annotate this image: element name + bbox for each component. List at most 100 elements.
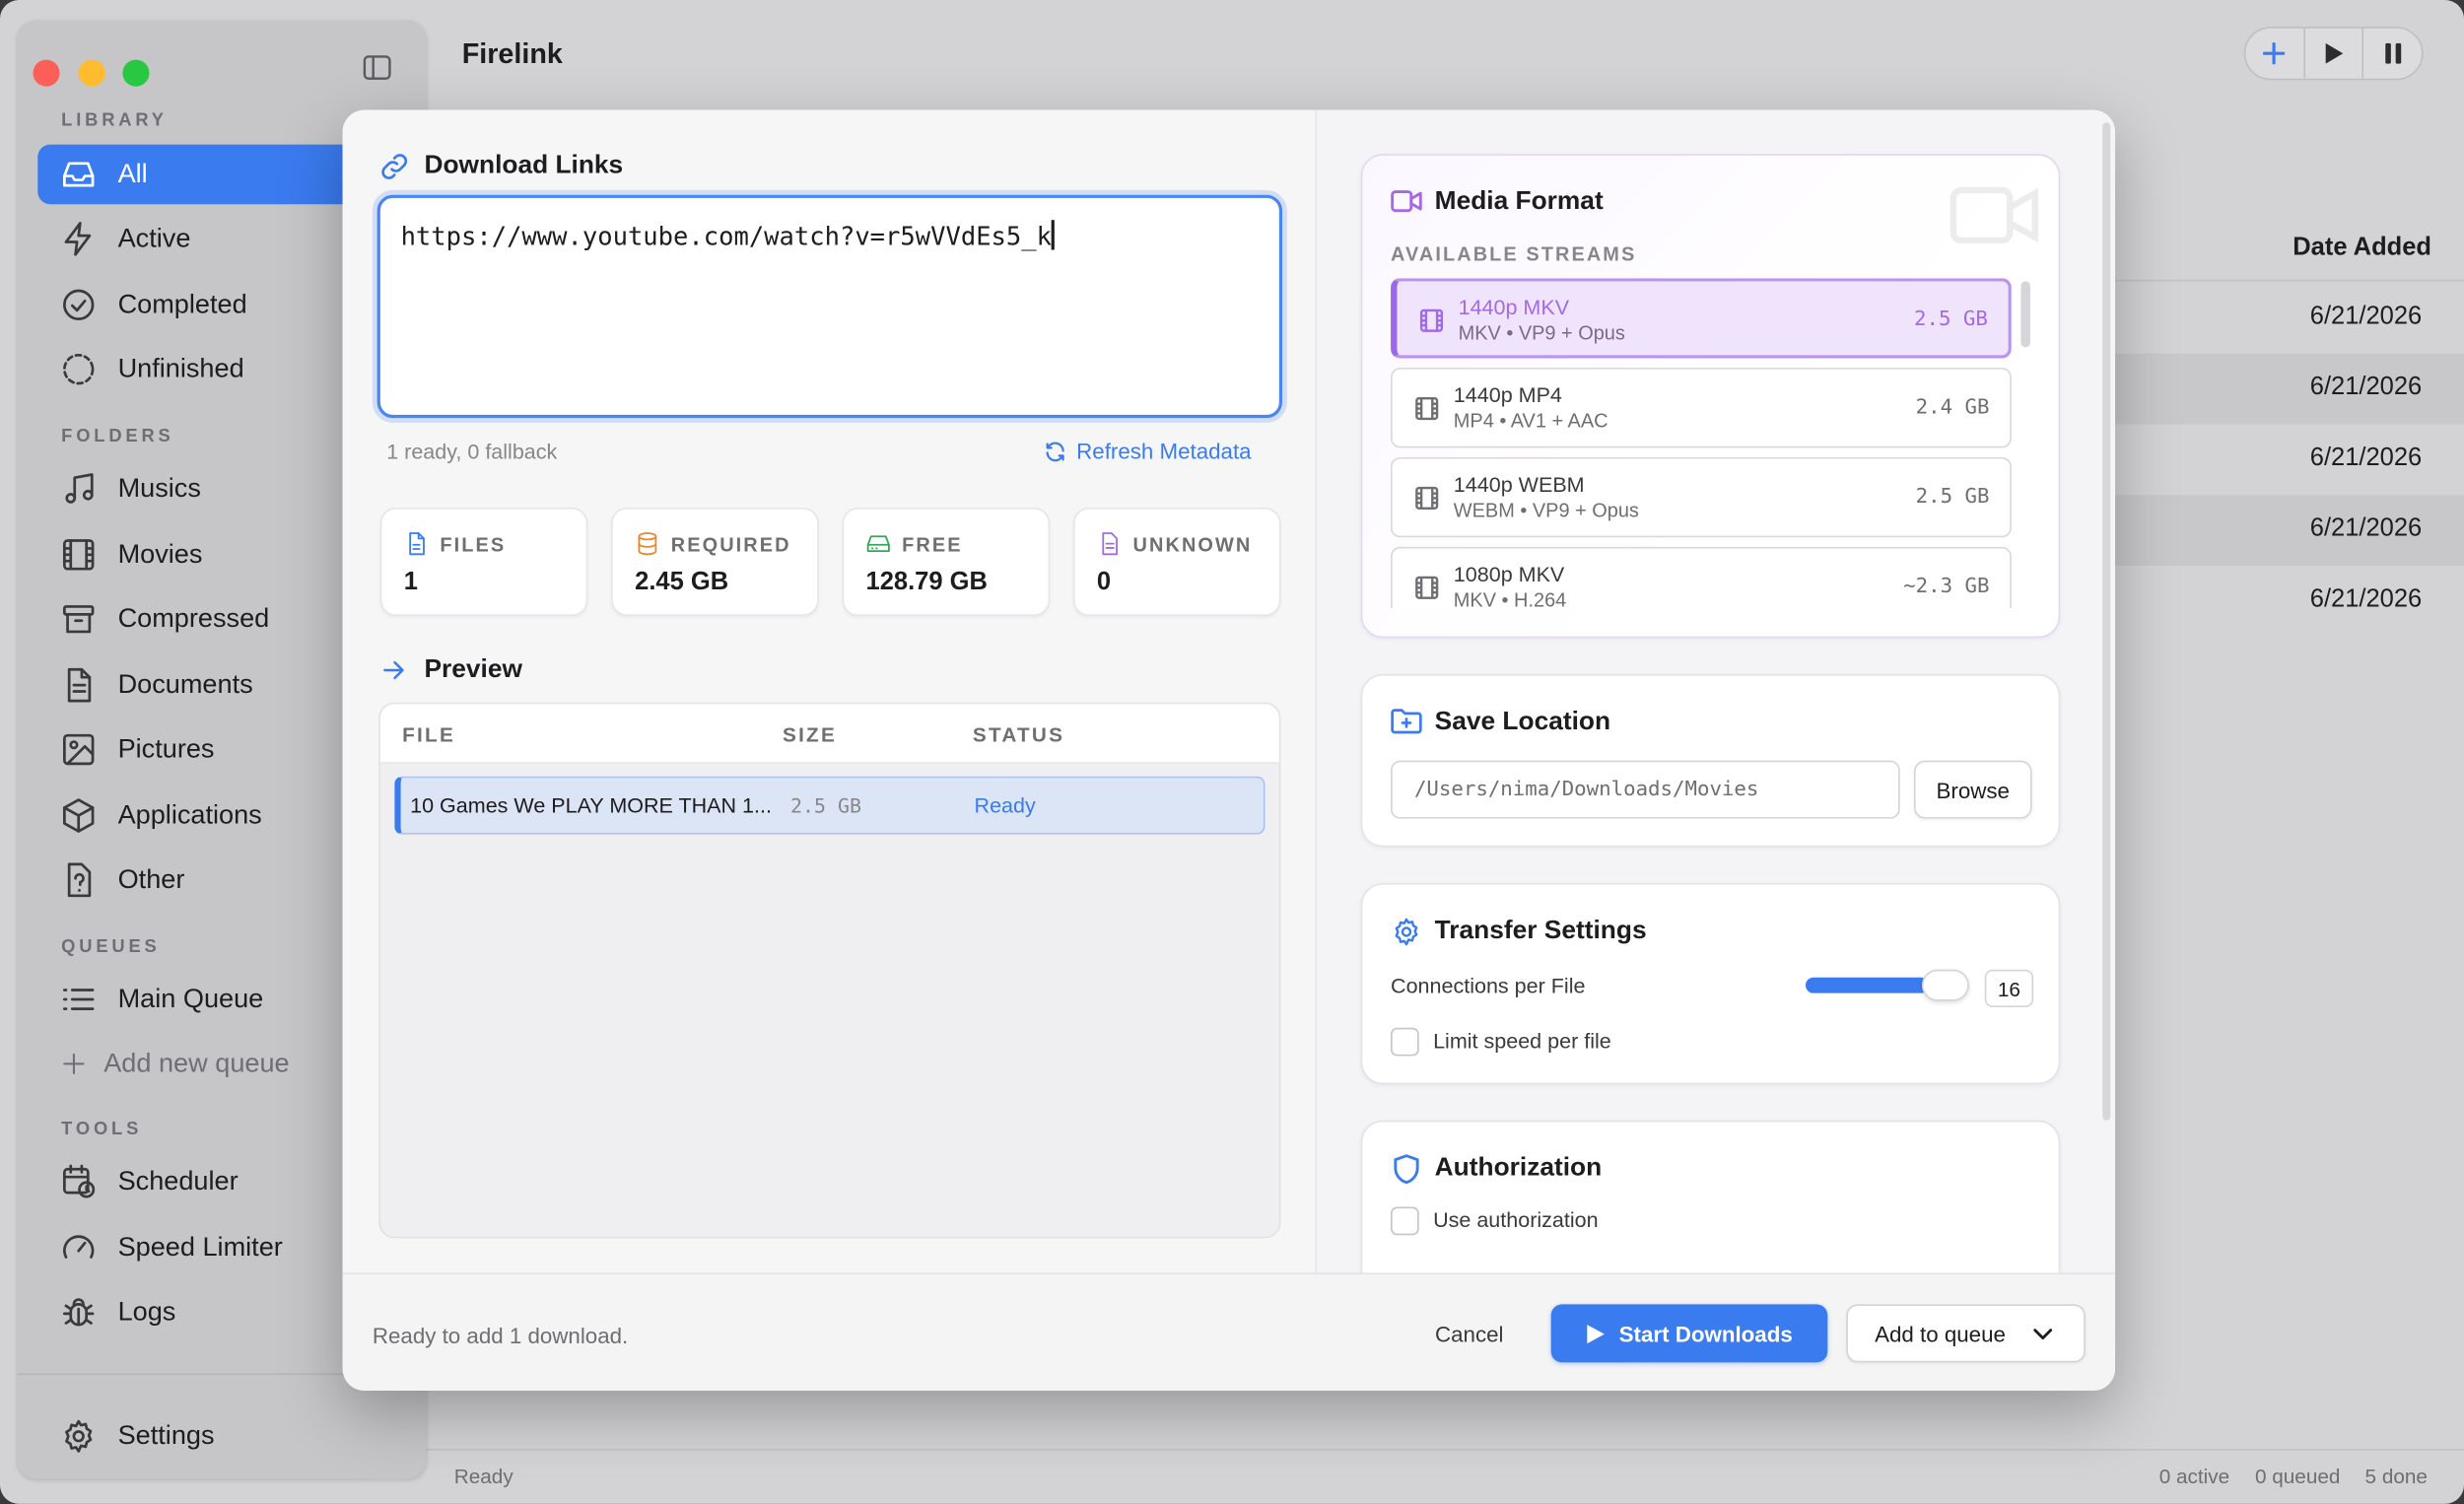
streams-scrollbar[interactable] — [2020, 281, 2030, 348]
table-row[interactable]: 10 Games We PLAY MORE THAN 1... 2.5 GB R… — [394, 776, 1266, 835]
limit-speed-label: Limit speed per file — [1433, 1029, 1611, 1054]
close-window-button[interactable] — [33, 59, 60, 87]
film-icon — [63, 539, 95, 571]
column-header-status[interactable]: STATUS — [973, 722, 1064, 746]
gear-icon — [65, 1419, 93, 1453]
stream-option-selected[interactable]: 1440p MKV MKV • VP9 + Opus 2.5 GB — [1391, 278, 2012, 359]
check-circle-icon — [63, 289, 95, 321]
refresh-metadata-button[interactable]: Refresh Metadata — [1044, 438, 1252, 464]
connections-value[interactable]: 16 — [1984, 969, 2034, 1008]
cancel-label: Cancel — [1435, 1321, 1504, 1346]
add-to-queue-dropdown[interactable]: Add to queue — [1846, 1304, 2086, 1363]
plus-icon — [63, 1053, 85, 1074]
stat-value: 0 — [1096, 569, 1112, 596]
film-icon — [1415, 576, 1439, 599]
video-camera-watermark-icon — [1950, 186, 2038, 244]
browse-button[interactable]: Browse — [1913, 760, 2032, 819]
zoom-window-button[interactable] — [122, 59, 150, 87]
dashed-circle-icon — [63, 353, 95, 385]
stat-unknown: UNKNOWN 0 — [1072, 507, 1281, 617]
stream-option[interactable]: 1440p MP4 MP4 • AV1 + AAC 2.4 GB — [1391, 368, 2012, 448]
pause-all-button[interactable] — [2364, 29, 2422, 79]
left-pane: Download Links https://www.youtube.com/w… — [342, 109, 1318, 1273]
media-format-title: Media Format — [1434, 186, 1604, 216]
folders-section-label: FOLDERS — [61, 427, 174, 446]
save-location-title: Save Location — [1434, 707, 1611, 736]
stream-option[interactable]: 1080p MKV MKV • H.264 ~2.3 GB — [1391, 546, 2012, 609]
status-text: Ready — [453, 1464, 513, 1488]
column-header-file[interactable]: FILE — [402, 722, 455, 746]
stat-value: 1 — [403, 569, 418, 596]
toolbar-controls — [2243, 27, 2424, 81]
start-downloads-label: Start Downloads — [1618, 1321, 1793, 1346]
dialog-footer: Ready to add 1 download. Cancel Start Do… — [342, 1272, 2116, 1392]
sidebar-item-label: Completed — [117, 289, 247, 319]
connections-slider-knob[interactable] — [1921, 969, 1969, 1001]
sidebar-item-settings[interactable]: Settings — [37, 1406, 399, 1467]
connections-number: 16 — [1997, 976, 2020, 1000]
save-path-value: /Users/nima/Downloads/Movies — [1413, 778, 1759, 802]
stat-files: FILES 1 — [379, 507, 588, 617]
stream-size: 2.5 GB — [1915, 485, 1990, 510]
footer-status: Ready to add 1 download. — [372, 1323, 629, 1348]
save-path-field[interactable]: /Users/nima/Downloads/Movies — [1391, 760, 1900, 819]
add-button[interactable] — [2245, 28, 2305, 79]
arrow-right-icon — [383, 660, 404, 680]
sidebar-item-label: Active — [117, 223, 191, 253]
sidebar-item-label: Pictures — [117, 733, 215, 764]
refresh-metadata-label: Refresh Metadata — [1076, 438, 1252, 464]
link-icon — [381, 154, 408, 179]
stream-name: 1440p WEBM — [1453, 472, 1585, 497]
question-file-icon — [1102, 532, 1118, 556]
connections-slider[interactable] — [1805, 969, 1969, 1001]
resume-all-button[interactable] — [2304, 28, 2364, 79]
use-authorization-checkbox[interactable] — [1391, 1206, 1419, 1236]
sidebar-toggle-icon[interactable] — [363, 55, 391, 81]
download-links-textarea[interactable]: https://www.youtube.com/watch?v=r5wVVdEs… — [376, 194, 1283, 419]
document-icon — [67, 667, 92, 703]
streams-list: 1440p MKV MKV • VP9 + Opus 2.5 GB 1440p MP… — [1362, 278, 2062, 609]
queues-section-label: QUEUES — [61, 937, 161, 957]
media-format-card: Media Format AVAILABLE STREAMS 1440p MKV… — [1360, 154, 2062, 639]
cancel-button[interactable]: Cancel — [1411, 1304, 1528, 1362]
sidebar-item-label: Scheduler — [117, 1166, 239, 1196]
chevron-down-icon — [2033, 1329, 2053, 1340]
authorization-title: Authorization — [1434, 1153, 1603, 1182]
minimize-window-button[interactable] — [78, 59, 105, 87]
queued-count: 0 queued — [2254, 1464, 2341, 1488]
right-pane: Media Format AVAILABLE STREAMS 1440p MKV… — [1317, 109, 2116, 1310]
row-date: 6/21/2026 — [2309, 444, 2423, 472]
sidebar-item-label: Documents — [117, 669, 253, 700]
gauge-icon — [63, 1235, 95, 1259]
sidebar-item-label: Compressed — [117, 603, 270, 634]
url-text: https://www.youtube.com/watch?v=r5wVVdEs… — [400, 221, 1052, 252]
stream-detail: MP4 • AV1 + AAC — [1453, 410, 1608, 433]
stream-detail: MKV • VP9 + Opus — [1458, 321, 1625, 345]
bug-icon — [63, 1298, 95, 1327]
stat-value: 128.79 GB — [865, 569, 988, 596]
column-header-size[interactable]: SIZE — [783, 722, 837, 746]
calendar-clock-icon — [63, 1164, 96, 1198]
stat-free: FREE 128.79 GB — [842, 507, 1051, 617]
stat-label: FILES — [440, 534, 507, 557]
inbox-icon — [63, 162, 95, 187]
tools-section-label: TOOLS — [61, 1120, 143, 1139]
row-date: 6/21/2026 — [2309, 585, 2423, 613]
archive-icon — [63, 605, 95, 634]
start-downloads-button[interactable]: Start Downloads — [1550, 1304, 1828, 1363]
stream-option[interactable]: 1440p WEBM WEBM • VP9 + Opus 2.5 GB — [1391, 456, 2012, 538]
sidebar-item-label: Unfinished — [117, 353, 244, 384]
play-icon — [1587, 1324, 1606, 1343]
app-window: Firelink Date Added 6/21/2026 6/21/2026 … — [0, 0, 2464, 1504]
date-added-column-header[interactable]: Date Added — [2293, 235, 2431, 263]
sidebar-item-label: Other — [117, 863, 185, 895]
stream-name: 1440p MP4 — [1453, 383, 1562, 407]
add-to-queue-label: Add to queue — [1875, 1321, 2006, 1346]
download-links-title: Download Links — [424, 151, 624, 179]
active-count: 0 active — [2158, 1464, 2230, 1488]
right-pane-scrollbar[interactable] — [2102, 122, 2111, 1121]
bolt-icon — [64, 222, 92, 256]
row-status: Ready — [974, 793, 1036, 818]
list-divider — [2115, 279, 2464, 282]
limit-speed-checkbox[interactable] — [1391, 1027, 1419, 1057]
